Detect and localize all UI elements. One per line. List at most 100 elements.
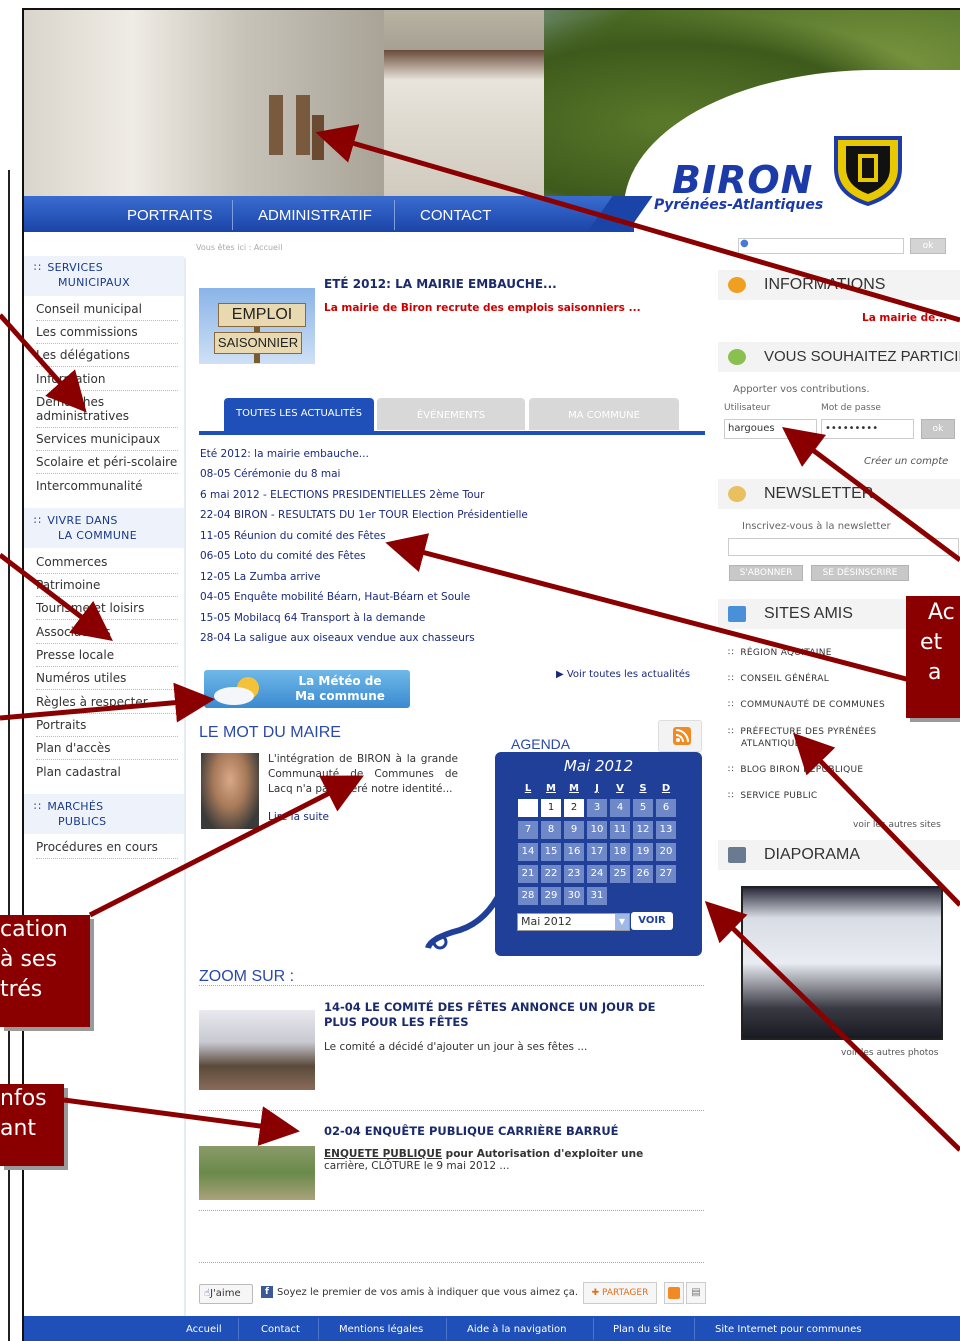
sidebar-item-tourisme[interactable]: Tourisme et loisirs [36,601,178,620]
calendar-day[interactable]: 26 [633,865,653,883]
calendar-day[interactable]: 16 [564,843,584,861]
calendar-day[interactable]: 31 [587,887,607,905]
username-field[interactable]: hargoues [724,419,817,439]
tab-toutes-actualites[interactable]: TOUTES LES ACTUALITÉS [224,398,374,432]
zoom-image-carriere[interactable] [199,1146,315,1200]
zoom-image-comite[interactable] [199,1010,315,1090]
newsletter-email-field[interactable] [728,538,959,556]
calendar-day[interactable]: 17 [587,843,607,861]
fb-like-button[interactable]: ☝J'aime [199,1284,253,1304]
footer-link[interactable]: Site Internet pour communes [715,1324,862,1335]
tab-evenements[interactable]: ÉVÉNEMENTS [377,398,525,430]
site-logo-title[interactable]: BIRON [672,158,813,202]
rss-button[interactable] [658,720,702,752]
sidebar-item-plan-cadastral[interactable]: Plan cadastral [36,765,178,783]
footer-link[interactable]: Aide à la navigation [467,1324,566,1335]
calendar-day[interactable]: 7 [518,821,538,839]
news-item[interactable]: 6 mai 2012 - ELECTIONS PRESIDENTIELLES 2… [200,489,484,502]
password-field[interactable]: ••••••••• [821,419,914,439]
nav-portraits[interactable]: PORTRAITS [127,207,213,224]
calendar-day[interactable]: 9 [564,821,584,839]
sidebar-item-patrimoine[interactable]: Patrimoine [36,578,178,597]
sidebar-item-numeros[interactable]: Numéros utiles [36,671,178,690]
site-link[interactable]: ∷ SERVICE PUBLIC [728,791,818,801]
calendar-day[interactable]: 23 [564,865,584,883]
sidebar-item-associations[interactable]: Associations [36,625,178,644]
sidebar-item-procedures[interactable]: Procédures en cours [36,840,178,859]
news-item[interactable]: 15-05 Mobilacq 64 Transport à la demande [200,612,425,625]
rss-small-button[interactable] [664,1282,684,1304]
calendar-day[interactable]: 4 [610,799,630,817]
calendar-day[interactable]: 21 [518,865,538,883]
sidebar-item-scolaire[interactable]: Scolaire et péri-scolaire [36,455,178,474]
calendar-day[interactable]: 18 [610,843,630,861]
month-select[interactable]: Mai 2012 ▼ [517,913,630,931]
news-item[interactable]: 28-04 La saligue aux oiseaux vendue aux … [200,632,475,645]
lire-suite-link[interactable]: Lire la suite [268,811,329,823]
calendar-day[interactable]: 1 [541,799,561,817]
news-item[interactable]: 22-04 BIRON - RESULTATS DU 1er TOUR Elec… [200,509,528,522]
calendar-day[interactable]: 24 [587,865,607,883]
calendar-day[interactable]: 30 [564,887,584,905]
diaporama-photo[interactable] [741,886,943,1040]
sidebar-group-title[interactable]: ∷ SERVICES MUNICIPAUX [34,260,130,290]
calendar-day[interactable]: 5 [633,799,653,817]
calendar-day[interactable]: 8 [541,821,561,839]
subscribe-button[interactable]: S'ABONNER [729,565,803,581]
sidebar-item-regles[interactable]: Règles à respecter [36,695,178,714]
footer-link[interactable]: Plan du site [613,1324,671,1335]
sidebar-group-title[interactable]: ∷ MARCHÉS PUBLICS [34,799,106,829]
news-item[interactable]: Eté 2012: la mairie embauche... [200,448,369,461]
nav-contact[interactable]: CONTACT [420,207,491,224]
site-link[interactable]: ∷ BLOG BIRON RÉPUBLIQUE [728,765,863,775]
news-item[interactable]: 06-05 Loto du comité des Fêtes [200,550,366,563]
footer-link[interactable]: Mentions légales [339,1324,423,1335]
feature-subtitle[interactable]: La mairie de Biron recrute des emplois s… [324,302,641,314]
calendar-day[interactable]: 2 [564,799,584,817]
news-item[interactable]: 11-05 Réunion du comité des Fêtes [200,530,386,543]
calendar-day[interactable]: 13 [656,821,676,839]
calendar-day[interactable]: 22 [541,865,561,883]
sidebar-item-delegations[interactable]: Les délégations [36,348,178,367]
site-link[interactable]: ∷ CONSEIL GÉNÉRAL [728,674,829,684]
sidebar-item-presse[interactable]: Presse locale [36,648,178,667]
news-item[interactable]: 08-05 Cérémonie du 8 mai [200,468,340,481]
sidebar-item-conseil[interactable]: Conseil municipal [36,302,178,321]
informations-text[interactable]: La mairie de... [862,312,947,324]
login-ok-button[interactable]: ok [921,419,955,439]
news-item[interactable]: 12-05 La Zumba arrive [200,571,320,584]
calendar-day[interactable]: 19 [633,843,653,861]
sidebar-item-plan-acces[interactable]: Plan d'accès [36,741,178,760]
sidebar-item-commissions[interactable]: Les commissions [36,325,178,344]
search-input[interactable] [738,238,904,254]
tab-ma-commune[interactable]: MA COMMUNE [529,398,679,430]
meteo-button[interactable]: La Météo de Ma commune [204,670,410,708]
calendar-day[interactable]: 12 [633,821,653,839]
sidebar-item-demarches-line2[interactable]: administratives [36,409,178,428]
agenda-voir-button[interactable]: VOIR [631,912,673,930]
news-item[interactable]: 04-05 Enquête mobilité Béarn, Haut-Béarn… [200,591,470,604]
sidebar-item-services[interactable]: Services municipaux [36,432,178,451]
calendar-day[interactable]: 27 [656,865,676,883]
calendar-day[interactable]: 15 [541,843,561,861]
sidebar-item-portraits[interactable]: Portraits [36,718,178,737]
zoom-item-title[interactable]: 14-04 LE COMITÉ DES FÊTES ANNONCE UN JOU… [324,1000,655,1030]
create-account-link[interactable]: Créer un compte [864,456,948,467]
site-link[interactable]: ∷ RÉGION AQUITAINE [728,648,832,658]
print-button[interactable]: ▤ [686,1282,706,1304]
footer-link[interactable]: Contact [261,1324,300,1335]
more-sites-link[interactable]: voir les autres sites [853,820,941,830]
calendar-day[interactable]: 29 [541,887,561,905]
site-link[interactable]: ∷ COMMUNAUTÉ DE COMMUNES [728,700,885,710]
voir-toutes-link[interactable]: ▶ Voir toutes les actualités [556,669,690,680]
sidebar-item-information[interactable]: Information [36,372,178,391]
calendar-day[interactable]: 11 [610,821,630,839]
search-button[interactable]: ok [910,238,946,254]
footer-link[interactable]: Accueil [186,1324,222,1335]
calendar-day[interactable]: 28 [518,887,538,905]
calendar-day[interactable]: 25 [610,865,630,883]
sidebar-group-title[interactable]: ∷ VIVRE DANS LA COMMUNE [34,513,137,543]
calendar-day[interactable]: 14 [518,843,538,861]
calendar-day[interactable]: 10 [587,821,607,839]
site-link[interactable]: ∷ PRÉFECTURE DES PYRÉNÉES ATLANTIQUES [728,726,876,750]
